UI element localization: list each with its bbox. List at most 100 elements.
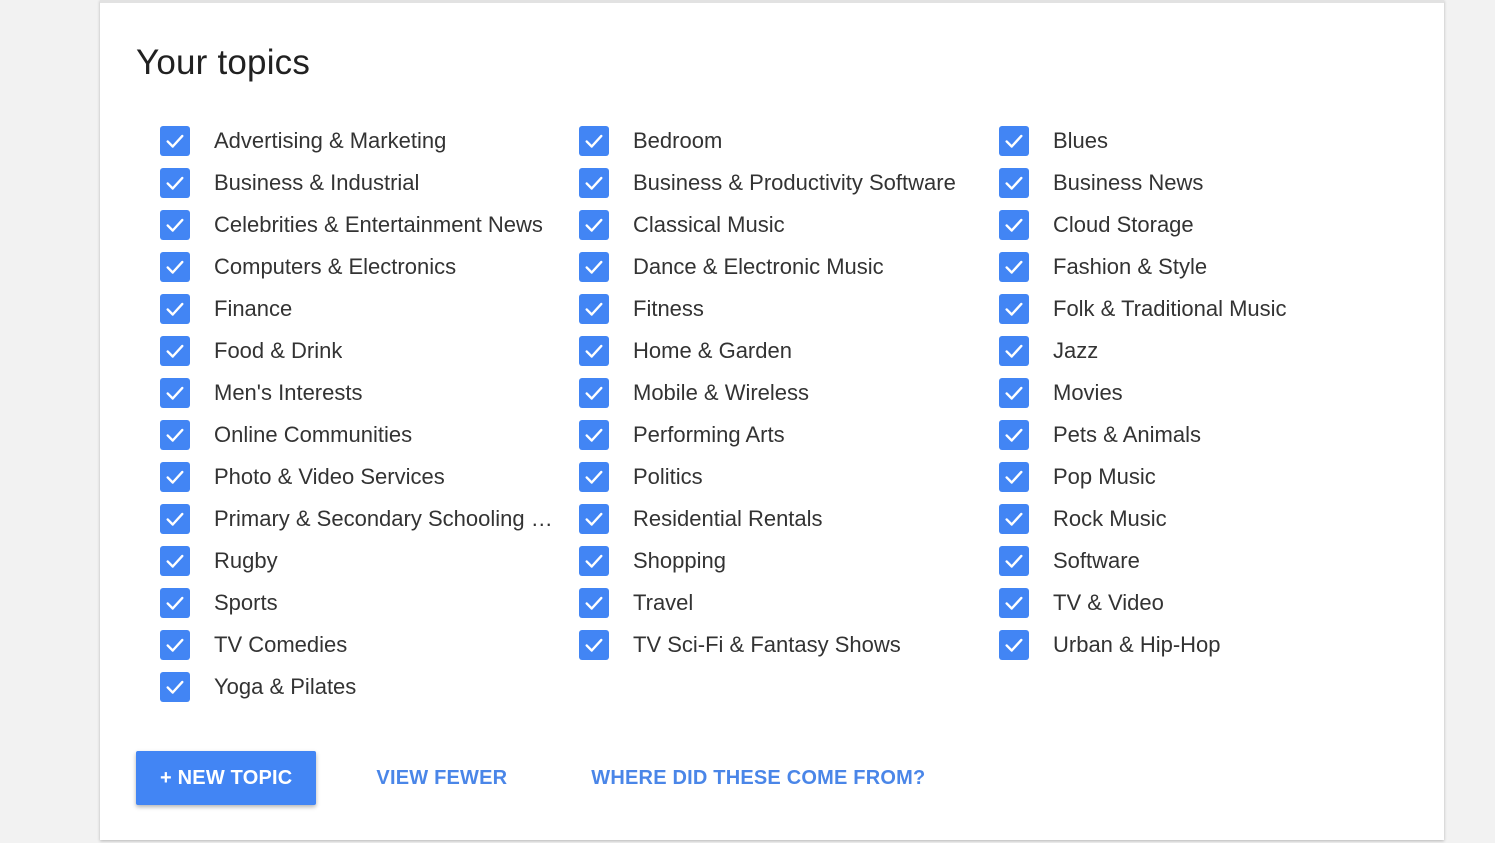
check-icon <box>166 176 184 190</box>
topic-checkbox[interactable] <box>579 546 609 576</box>
topic-checkbox[interactable] <box>579 378 609 408</box>
topic-checkbox[interactable] <box>999 588 1029 618</box>
topic-checkbox[interactable] <box>579 210 609 240</box>
topic-checkbox[interactable] <box>999 168 1029 198</box>
topic-item[interactable]: Yoga & Pilates <box>160 666 560 708</box>
topic-label: Food & Drink <box>214 338 343 363</box>
topic-checkbox[interactable] <box>999 294 1029 324</box>
topic-item[interactable]: Home & Garden <box>579 330 979 372</box>
topic-item[interactable]: TV Comedies <box>160 624 560 666</box>
topic-checkbox[interactable] <box>579 630 609 660</box>
topic-item[interactable]: Rock Music <box>999 498 1399 540</box>
topic-item[interactable]: Rugby <box>160 540 560 582</box>
topic-item[interactable]: Politics <box>579 456 979 498</box>
topic-item[interactable]: Men's Interests <box>160 372 560 414</box>
topic-checkbox[interactable] <box>160 168 190 198</box>
topic-checkbox[interactable] <box>160 588 190 618</box>
topic-item[interactable]: Jazz <box>999 330 1399 372</box>
topic-checkbox[interactable] <box>160 630 190 660</box>
topic-checkbox[interactable] <box>579 336 609 366</box>
topic-item[interactable]: Shopping <box>579 540 979 582</box>
topic-item[interactable]: Movies <box>999 372 1399 414</box>
topic-item[interactable]: Business & Industrial <box>160 162 560 204</box>
topic-checkbox[interactable] <box>579 168 609 198</box>
topic-item[interactable]: Fashion & Style <box>999 246 1399 288</box>
topic-item[interactable]: Pop Music <box>999 456 1399 498</box>
topic-item[interactable]: Travel <box>579 582 979 624</box>
check-icon <box>1005 596 1023 610</box>
topic-checkbox[interactable] <box>160 462 190 492</box>
topic-checkbox[interactable] <box>579 588 609 618</box>
topic-item[interactable]: Pets & Animals <box>999 414 1399 456</box>
topic-item[interactable]: TV & Video <box>999 582 1399 624</box>
topic-checkbox[interactable] <box>160 546 190 576</box>
topic-checkbox[interactable] <box>999 630 1029 660</box>
topic-checkbox[interactable] <box>160 126 190 156</box>
topic-checkbox[interactable] <box>999 504 1029 534</box>
topic-item[interactable]: Finance <box>160 288 560 330</box>
topic-checkbox[interactable] <box>579 420 609 450</box>
topic-item[interactable]: Classical Music <box>579 204 979 246</box>
topic-item[interactable]: Photo & Video Services <box>160 456 560 498</box>
topic-item[interactable]: Sports <box>160 582 560 624</box>
topic-label: Yoga & Pilates <box>214 674 357 699</box>
where-did-these-come-from-button[interactable]: WHERE DID THESE COME FROM? <box>591 767 925 790</box>
topic-checkbox[interactable] <box>999 126 1029 156</box>
topic-checkbox[interactable] <box>999 420 1029 450</box>
topic-checkbox[interactable] <box>999 336 1029 366</box>
topic-item[interactable]: Bedroom <box>579 120 979 162</box>
topic-checkbox[interactable] <box>160 294 190 324</box>
topic-checkbox[interactable] <box>160 420 190 450</box>
topic-item[interactable]: Food & Drink <box>160 330 560 372</box>
topic-item[interactable]: Fitness <box>579 288 979 330</box>
topic-item[interactable]: Business News <box>999 162 1399 204</box>
topic-checkbox[interactable] <box>999 546 1029 576</box>
topic-checkbox[interactable] <box>160 210 190 240</box>
topic-checkbox[interactable] <box>160 252 190 282</box>
topic-checkbox[interactable] <box>999 462 1029 492</box>
check-icon <box>1005 218 1023 232</box>
check-icon <box>585 470 603 484</box>
topic-checkbox[interactable] <box>579 462 609 492</box>
new-topic-button[interactable]: + NEW TOPIC <box>136 751 317 805</box>
topic-checkbox[interactable] <box>579 126 609 156</box>
topic-checkbox[interactable] <box>579 504 609 534</box>
check-icon <box>166 638 184 652</box>
topic-item[interactable]: Residential Rentals <box>579 498 979 540</box>
topic-item[interactable]: Computers & Electronics <box>160 246 560 288</box>
topic-checkbox[interactable] <box>999 210 1029 240</box>
topic-checkbox[interactable] <box>999 252 1029 282</box>
topic-label: Jazz <box>1053 338 1099 363</box>
topic-item[interactable]: Online Communities <box>160 414 560 456</box>
topic-item[interactable]: Blues <box>999 120 1399 162</box>
topic-item[interactable]: Performing Arts <box>579 414 979 456</box>
topic-item[interactable]: Mobile & Wireless <box>579 372 979 414</box>
topic-item[interactable]: Advertising & Marketing <box>160 120 560 162</box>
topic-item[interactable]: Primary & Secondary Schooling (K-12) <box>160 498 560 540</box>
topic-label: Finance <box>214 296 293 321</box>
topic-item[interactable]: TV Sci-Fi & Fantasy Shows <box>579 624 979 666</box>
topic-checkbox[interactable] <box>999 378 1029 408</box>
topic-label: Shopping <box>633 548 726 573</box>
topic-checkbox[interactable] <box>160 504 190 534</box>
check-icon <box>1005 344 1023 358</box>
topic-label: Fitness <box>633 296 704 321</box>
topic-item[interactable]: Software <box>999 540 1399 582</box>
topic-item[interactable]: Folk & Traditional Music <box>999 288 1399 330</box>
check-icon <box>1005 428 1023 442</box>
topic-label: Home & Garden <box>633 338 792 363</box>
check-icon <box>585 386 603 400</box>
topic-checkbox[interactable] <box>579 252 609 282</box>
topic-label: Photo & Video Services <box>214 464 445 489</box>
topic-item[interactable]: Celebrities & Entertainment News <box>160 204 560 246</box>
topic-label: Fashion & Style <box>1053 254 1208 279</box>
topic-item[interactable]: Dance & Electronic Music <box>579 246 979 288</box>
topic-checkbox[interactable] <box>579 294 609 324</box>
topic-checkbox[interactable] <box>160 378 190 408</box>
topic-checkbox[interactable] <box>160 336 190 366</box>
topic-item[interactable]: Urban & Hip-Hop <box>999 624 1399 666</box>
topic-checkbox[interactable] <box>160 672 190 702</box>
topic-item[interactable]: Business & Productivity Software <box>579 162 979 204</box>
topic-item[interactable]: Cloud Storage <box>999 204 1399 246</box>
view-fewer-button[interactable]: VIEW FEWER <box>376 767 507 790</box>
